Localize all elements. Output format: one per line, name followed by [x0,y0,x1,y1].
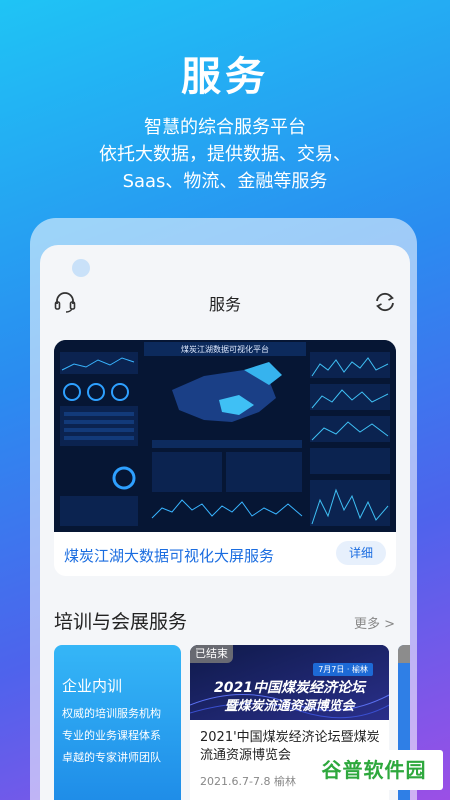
detail-button[interactable]: 详细 [336,541,386,565]
banner-caption: 煤炭江湖大数据可视化大屏服务 [64,547,275,565]
event-poster-line: 2021中国煤炭经济论坛 [214,680,365,696]
next-card-status-badge [398,645,410,663]
hero-title: 服务 [181,54,269,100]
watermark-logo: 谷普软件园 [305,750,443,790]
training-card-title: 企业内训 [62,677,123,695]
hero-subtitle-line: Saas、物流、金融等服务 [122,171,328,192]
dashboard-graphic: 煤炭江湖数据可视化平台 [54,340,396,532]
training-card-line: 权威的培训服务机构 [62,707,161,720]
section-title: 培训与会展服务 [54,611,188,633]
event-date-chip: 7月7日 · 榆林 [313,663,373,676]
app-header: 服务 [40,285,410,319]
training-card-line: 卓越的专家讲师团队 [62,751,161,764]
event-poster-line: 暨煤炭流通资源博览会 [224,699,355,714]
camera-dot [72,259,90,277]
refresh-icon[interactable] [372,289,398,315]
training-card[interactable]: 企业内训 权威的培训服务机构 专业的业务课程体系 卓越的专家讲师团队 [54,645,181,800]
hero-subtitle-line: 智慧的综合服务平台 [144,117,306,138]
status-badge: 已结束 [190,645,233,663]
event-poster-image: 已结束 7月7日 · 榆林 2021中国煤炭经济论坛 暨煤炭流通资源博览会 [190,645,389,720]
dashboard-banner[interactable]: 煤炭江湖数据可视化平台 煤炭江湖大数据可视化大屏服务 详细 [54,340,396,576]
more-link[interactable]: 更多 > [354,613,395,632]
event-meta: 2021.6.7-7.8 榆林 [200,775,296,788]
hero-subtitle-line: 依托大数据，提供数据、交易、 [99,144,351,165]
dashboard-heading: 煤炭江湖数据可视化平台 [181,344,269,354]
dashboard-preview-image: 煤炭江湖数据可视化平台 [54,340,396,532]
hero-subtitle: 智慧的综合服务平台 依托大数据，提供数据、交易、 Saas、物流、金融等服务 [0,114,450,195]
page-title: 服务 [208,295,241,314]
training-card-line: 专业的业务课程体系 [62,729,161,742]
